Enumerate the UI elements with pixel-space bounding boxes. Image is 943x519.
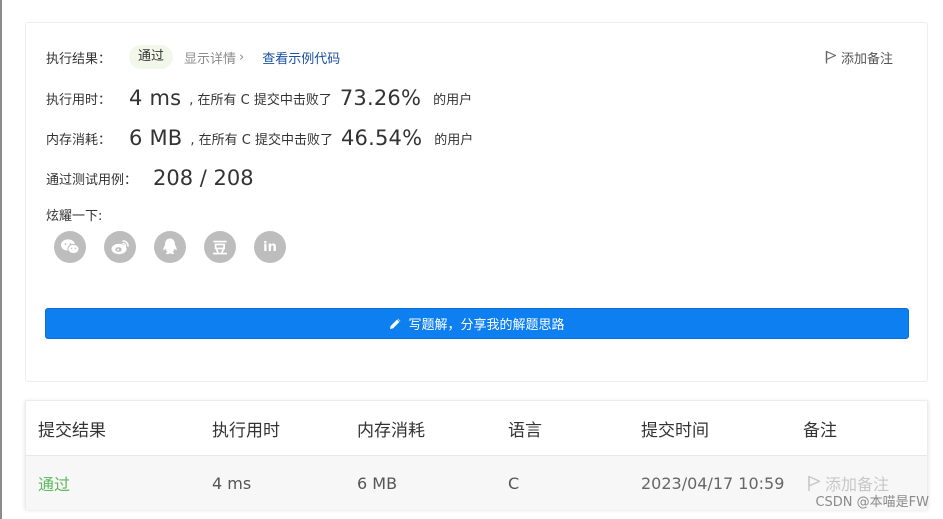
header-runtime: 执行用时: [212, 420, 280, 441]
runtime-percent: 73.26%: [339, 86, 422, 110]
flag-icon: [825, 50, 837, 64]
memory-users-text: 的用户: [434, 132, 474, 148]
left-border: [0, 0, 2, 519]
write-solution-button[interactable]: 写题解，分享我的解题思路: [45, 308, 909, 339]
header-language: 语言: [508, 420, 542, 441]
runtime-beat-text: , 在所有 C 提交中击败了: [189, 92, 332, 108]
result-label: 执行结果：: [46, 51, 112, 67]
result-status-badge: 通过: [129, 45, 174, 69]
row-memory: 6 MB: [357, 473, 398, 493]
runtime-label: 执行用时：: [46, 92, 112, 108]
tests-value: 208 / 208: [153, 166, 254, 190]
chevron-right-icon[interactable]: ›: [239, 50, 244, 65]
qq-icon[interactable]: [154, 231, 186, 263]
watermark: CSDN @本喵是FW: [815, 495, 929, 510]
header-memory: 内存消耗: [357, 420, 425, 441]
memory-beat-text: , 在所有 C 提交中击败了: [190, 132, 333, 148]
share-icons: 豆 in: [54, 231, 286, 263]
linkedin-icon[interactable]: in: [254, 231, 286, 263]
wechat-icon[interactable]: [54, 231, 86, 263]
row-status-link[interactable]: 通过: [38, 456, 70, 510]
header-submit-time: 提交时间: [641, 420, 709, 441]
douban-glyph: 豆: [212, 238, 228, 257]
view-example-code-link[interactable]: 查看示例代码: [262, 48, 340, 67]
result-row: 执行结果： 通过 显示详情 › 查看示例代码: [46, 45, 340, 69]
flag-icon: [808, 475, 821, 491]
row-language: C: [508, 473, 520, 493]
weibo-icon[interactable]: [104, 231, 136, 263]
submission-result-card: 执行结果： 通过 显示详情 › 查看示例代码 添加备注 执行用时： 4 ms ,…: [25, 22, 928, 382]
share-label: 炫耀一下:: [46, 208, 103, 224]
share-row-label: 炫耀一下:: [46, 205, 103, 224]
add-note-button[interactable]: 添加备注: [825, 45, 893, 69]
runtime-users-text: 的用户: [433, 92, 473, 108]
show-details-link[interactable]: 显示详情: [184, 48, 236, 67]
header-note: 备注: [803, 420, 837, 441]
table-row[interactable]: 通过 4 ms 6 MB C 2023/04/17 10:59 添加备注: [26, 456, 927, 510]
pencil-icon: [390, 318, 401, 329]
runtime-value: 4 ms: [129, 86, 182, 110]
douban-icon[interactable]: 豆: [204, 231, 236, 263]
row-runtime: 4 ms: [212, 473, 252, 493]
memory-percent: 46.54%: [341, 126, 423, 150]
memory-label: 内存消耗：: [46, 132, 112, 148]
write-solution-label: 写题解，分享我的解题思路: [408, 318, 565, 333]
runtime-row: 执行用时： 4 ms , 在所有 C 提交中击败了 73.26% 的用户: [46, 84, 472, 112]
linkedin-glyph: in: [263, 239, 277, 255]
memory-value: 6 MB: [129, 126, 183, 150]
table-header: 提交结果 执行用时 内存消耗 语言 提交时间 备注: [26, 401, 927, 456]
tests-row: 通过测试用例： 208 / 208: [46, 164, 254, 192]
tests-label: 通过测试用例：: [46, 172, 138, 188]
submissions-table: 提交结果 执行用时 内存消耗 语言 提交时间 备注 通过 4 ms 6 MB C…: [25, 400, 928, 510]
memory-row: 内存消耗： 6 MB , 在所有 C 提交中击败了 46.54% 的用户: [46, 124, 473, 152]
add-note-label: 添加备注: [840, 51, 893, 67]
header-status: 提交结果: [38, 420, 106, 441]
row-submit-time: 2023/04/17 10:59: [641, 473, 785, 493]
